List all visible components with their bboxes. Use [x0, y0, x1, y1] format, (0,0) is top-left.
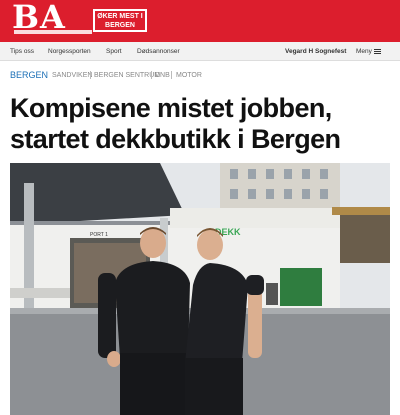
tag-motor[interactable]: MOTOR — [176, 72, 202, 79]
tag-divider — [90, 71, 91, 79]
hamburger-icon[interactable] — [374, 49, 381, 54]
logo-tagline: ØKER MEST I BERGEN — [93, 9, 147, 32]
nav-dodsannonser[interactable]: Dødsannonser — [137, 48, 180, 56]
nav-norgessporten[interactable]: Norgessporten — [48, 48, 91, 56]
headline-line-2: startet dekkbutikk i Bergen — [10, 124, 341, 154]
article-headline[interactable]: Kompisene mistet jobben, startet dekkbut… — [10, 93, 395, 155]
article-photo[interactable]: DEKK PORT 1 — [10, 163, 390, 415]
logo-text: BA — [12, 0, 66, 36]
top-navigation: Tips oss Norgessporten Sport Dødsannonse… — [0, 42, 400, 61]
nav-sport[interactable]: Sport — [106, 48, 122, 56]
port-label: PORT 1 — [90, 232, 108, 238]
logo-strap — [14, 30, 92, 34]
tag-divider — [171, 71, 172, 79]
headline-line-1: Kompisene mistet jobben, — [10, 93, 332, 123]
photo-illustration: DEKK PORT 1 — [10, 163, 390, 415]
tag-bergen[interactable]: BERGEN — [10, 70, 48, 80]
tag-sandviken[interactable]: SANDVIKEN — [52, 72, 92, 79]
ba-logo[interactable]: BA ØKER MEST I BERGEN — [12, 0, 147, 38]
tag-divider — [151, 71, 152, 79]
menu-button[interactable]: Meny — [356, 48, 372, 56]
user-name-link[interactable]: Vegard H Sognefest — [285, 48, 346, 56]
nav-tips-oss[interactable]: Tips oss — [10, 48, 34, 56]
tag-dnb[interactable]: DNB — [155, 72, 170, 79]
masthead: BA ØKER MEST I BERGEN — [0, 0, 400, 42]
